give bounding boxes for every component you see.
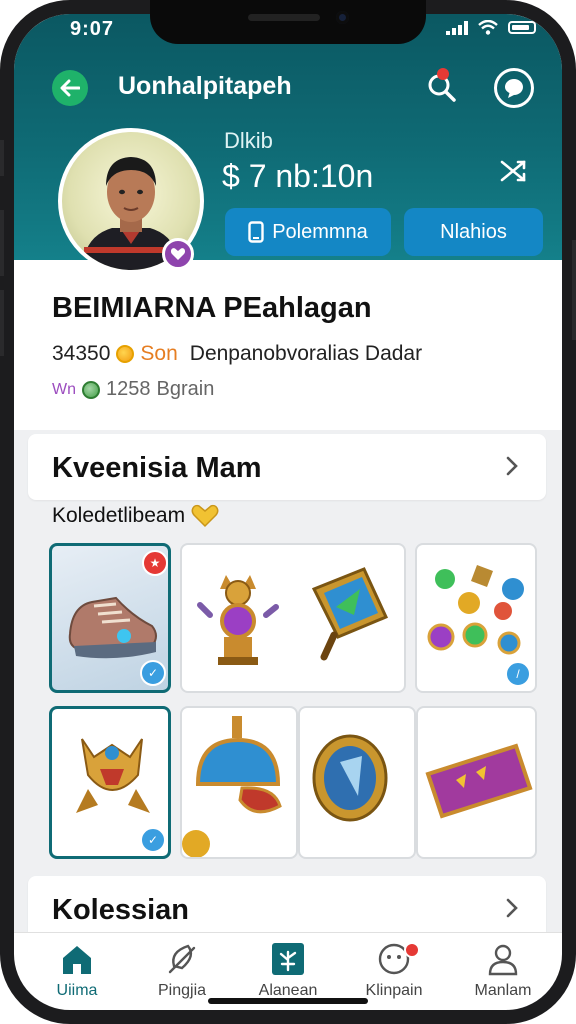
camera — [336, 11, 349, 24]
item-tile[interactable] — [298, 706, 416, 859]
nav-label: Klinpain — [365, 982, 423, 999]
nav-item-alanean[interactable]: Alanean — [238, 942, 338, 1000]
shield-item-icon — [312, 734, 388, 822]
side-button — [0, 290, 4, 356]
nav-label: Manlam — [474, 982, 532, 999]
side-button — [0, 140, 4, 176]
stats-row-2: Wn 1258 Bgrain — [52, 378, 214, 401]
like-badge: ✓ — [140, 660, 166, 686]
coin-icon — [116, 345, 135, 363]
gem-icon — [82, 380, 100, 399]
hot-badge: ★ — [142, 550, 168, 576]
edit-badge: / — [505, 661, 531, 687]
pill-button-secondary[interactable]: Nlahios — [404, 208, 543, 256]
stat2-label: Bgrain — [156, 378, 215, 400]
chevron-right-icon — [506, 456, 518, 476]
nav-notification-dot — [404, 942, 420, 958]
stat-value: 34350 — [52, 342, 111, 365]
back-button[interactable] — [52, 70, 88, 106]
emblem-item-icon — [311, 567, 389, 661]
pill-label-primary: Polemmna — [272, 220, 368, 243]
shuffle-icon — [500, 160, 526, 182]
balance-value: $ 7 nb:10n — [222, 158, 374, 194]
section-header-1[interactable]: Kveenisia Mam — [28, 434, 546, 500]
ticket-item-icon — [425, 743, 533, 819]
battery-icon — [508, 21, 536, 34]
status-time: 9:07 — [70, 18, 115, 40]
feather-icon — [168, 944, 196, 974]
item-tile[interactable]: ✓ — [49, 706, 171, 859]
notch — [150, 0, 426, 44]
message-button[interactable] — [494, 68, 534, 108]
golem-item-icon — [197, 575, 279, 665]
nav-item-klinpain[interactable]: Klinpain — [344, 942, 444, 1000]
nav-item-manlam[interactable]: Manlam — [453, 942, 553, 1000]
home-indicator[interactable] — [208, 998, 368, 1004]
section-title-2: Kolessian — [52, 894, 189, 926]
profile-name: BEIMIARNA PEahlagan — [52, 292, 372, 324]
stat2-value: 1258 — [106, 378, 151, 400]
notification-dot — [437, 68, 449, 80]
section-subtitle: Koledetlibeam — [52, 504, 219, 528]
side-button — [0, 210, 4, 276]
chevron-right-icon — [506, 898, 518, 918]
pill-button-primary[interactable]: Polemmna — [225, 208, 391, 256]
nav-label: Uiima — [56, 982, 98, 999]
item-tile[interactable]: / — [415, 543, 537, 693]
tree-icon — [272, 943, 304, 975]
status-icons — [446, 20, 536, 35]
share-button[interactable] — [496, 154, 530, 188]
avatar-badge — [162, 238, 194, 270]
heart-icon — [191, 504, 219, 528]
stat2-prefix: Wn — [52, 380, 76, 398]
item-tile[interactable] — [180, 543, 406, 693]
phone-icon — [248, 221, 264, 243]
stat-desc: Denpanobvoralias Dadar — [189, 342, 423, 365]
item-tile[interactable] — [180, 706, 298, 859]
nav-label: Pingjia — [157, 982, 207, 999]
header-sub-label: Dlkib — [224, 128, 273, 153]
speaker — [248, 14, 320, 21]
user-icon — [488, 944, 518, 976]
item-tile[interactable] — [416, 706, 537, 859]
arrow-left-icon — [60, 79, 80, 97]
nav-item-home[interactable]: Uiima — [27, 942, 127, 1000]
side-button — [572, 240, 576, 340]
section-subtitle-label: Koledetlibeam — [52, 504, 186, 527]
like-badge: ✓ — [140, 827, 166, 853]
pill-label-secondary: Nlahios — [440, 220, 507, 243]
section-title-1: Kveenisia Mam — [52, 452, 262, 484]
home-icon — [63, 946, 91, 974]
stat-orange: Son — [140, 342, 178, 365]
wifi-icon — [478, 20, 498, 35]
item-tile[interactable]: ★ ✓ — [49, 543, 171, 693]
app-title: Uonhalpitapeh — [118, 72, 292, 100]
nav-item-pingjia[interactable]: Pingjia — [132, 942, 232, 1000]
helmet-item-icon — [182, 716, 282, 857]
heart-icon — [170, 248, 186, 260]
signal-icon — [446, 20, 468, 35]
stats-row: 34350 Son Denpanobvoralias Dadar — [52, 342, 422, 366]
chat-bubble-icon — [505, 79, 523, 98]
